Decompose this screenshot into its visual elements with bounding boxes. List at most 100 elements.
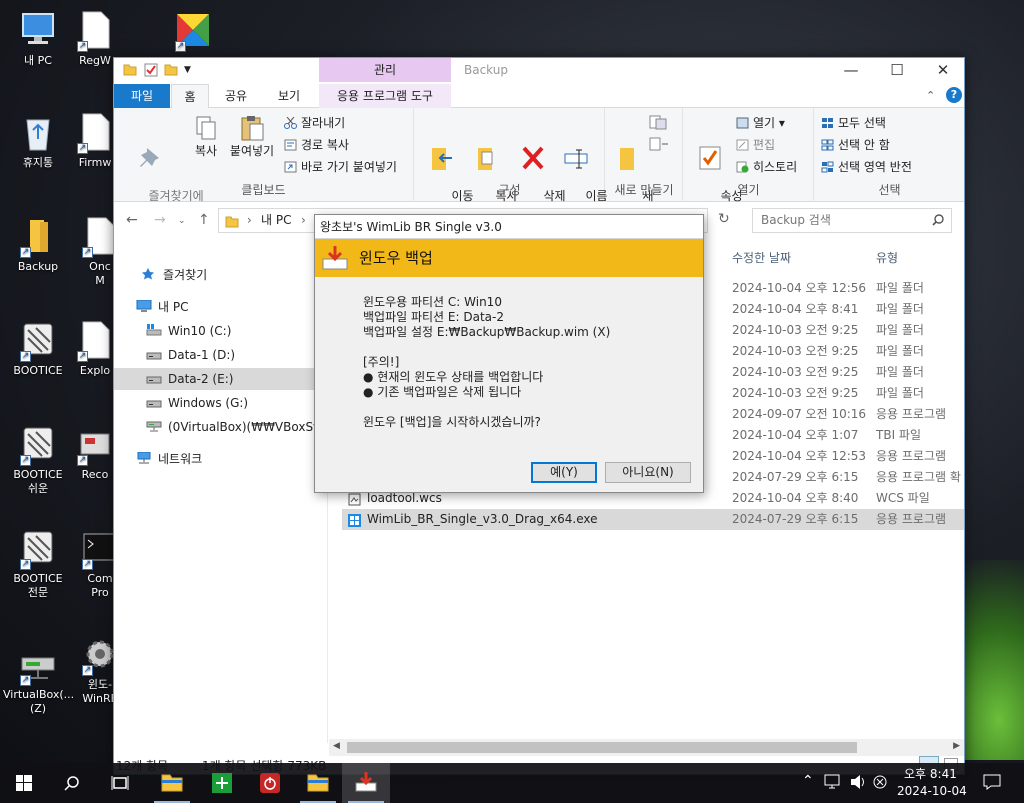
volume-icon[interactable] [850, 774, 868, 793]
up-arrow-icon[interactable]: ↑ [198, 212, 210, 228]
notification-icon[interactable] [983, 774, 1001, 793]
folder-icon [225, 213, 239, 236]
edit-button[interactable]: 편집 [736, 138, 775, 152]
nav-item-this-pc[interactable]: 내 PC [114, 296, 326, 318]
nav-item-quick-access[interactable]: 즐겨찾기 [114, 264, 326, 286]
copy-path-label: 경로 복사 [301, 138, 349, 152]
tab-file[interactable]: 파일 [114, 84, 170, 108]
customize-qat-icon[interactable]: ▼ [184, 63, 198, 77]
taskbar-explorer-window[interactable] [294, 763, 342, 803]
column-header-type[interactable]: 유형 [876, 249, 898, 266]
desktop-icon-explo[interactable]: ↗ Explo [75, 320, 115, 378]
drive-icon [146, 369, 162, 384]
copy-button[interactable]: 복사 [186, 114, 226, 159]
nav-item-drive-d[interactable]: Data-1 (D:) [114, 344, 326, 366]
task-view-button[interactable] [96, 763, 144, 803]
desktop-icon-reco[interactable]: ↗ Reco [75, 424, 115, 482]
file-type: WCS 파일 [876, 491, 930, 505]
paste-shortcut-button[interactable]: 바로 가기 붙여넣기 [284, 160, 397, 174]
column-header-modified[interactable]: 수정한 날짜 [732, 249, 791, 266]
desktop-icon-regw[interactable]: ↗ RegW [75, 10, 115, 68]
help-icon[interactable]: ? [946, 87, 962, 103]
copy-path-button[interactable]: 경로 복사 [284, 138, 349, 152]
easy-access-icon[interactable] [648, 136, 670, 157]
nav-item-drive-z[interactable]: (0VirtualBox)(₩₩VBoxSvr) (Z:) [114, 416, 326, 438]
taskbar-app-red[interactable] [246, 763, 294, 803]
chevron-up-icon[interactable]: ⌃ [926, 89, 935, 102]
desktop-icon-bootice-easy[interactable]: ↗ BOOTICE 쉬운 [3, 424, 73, 496]
open-icon [736, 117, 749, 129]
clipboard-group-label: 클립보드 [241, 183, 286, 197]
taskbar-wimlib-app[interactable] [342, 763, 390, 803]
nav-item-network[interactable]: 네트워크 [114, 448, 326, 470]
clock-time[interactable]: 오후 8:41 [904, 765, 957, 782]
windows-drive-icon [146, 321, 162, 336]
search-input[interactable]: Backup 검색 [752, 208, 952, 233]
desktop-icon-my-pc[interactable]: 내 PC [3, 10, 73, 68]
desktop-icon-app[interactable]: ↗ [158, 10, 228, 54]
tab-view[interactable]: 보기 [264, 84, 314, 108]
recent-chevron-icon[interactable]: ⌄ [178, 216, 186, 226]
nav-item-drive-e[interactable]: Data-2 (E:) [114, 368, 326, 390]
clock-date[interactable]: 2024-10-04 [897, 784, 967, 798]
organize-group-label: 구성 [498, 183, 521, 197]
recycle-bin-icon [18, 112, 58, 152]
desktop-icon-firmw[interactable]: ↗ Firmw [75, 112, 115, 170]
tab-home[interactable]: 홈 [171, 84, 209, 109]
horizontal-scrollbar[interactable]: ◀ ▶ [329, 739, 964, 756]
yes-button[interactable]: 예(Y) [531, 462, 597, 483]
paste-button[interactable]: 붙여넣기 [226, 114, 278, 159]
minimize-button[interactable]: — [828, 58, 874, 84]
power-icon [260, 773, 280, 796]
maximize-button[interactable]: ☐ [874, 58, 920, 84]
desktop-icon-bootice-pro[interactable]: ↗ BOOTICE 전문 [3, 528, 73, 600]
no-button[interactable]: 아니요(N) [605, 462, 691, 483]
search-button[interactable] [48, 763, 96, 803]
properties-icon[interactable] [144, 63, 158, 77]
file-date: 2024-10-04 오후 12:56 [732, 281, 867, 295]
folder-icon[interactable] [123, 62, 137, 76]
desktop-icon-backup[interactable]: ↗ Backup [3, 216, 73, 274]
scrollbar-thumb[interactable] [347, 742, 857, 753]
desktop-icon-bootice[interactable]: ↗ BOOTICE [3, 320, 73, 378]
nav-item-drive-c[interactable]: Win10 (C:) [114, 320, 326, 342]
cut-button[interactable]: 잘라내기 [284, 116, 345, 130]
history-button[interactable]: 히스토리 [736, 160, 797, 174]
download-icon [355, 771, 377, 796]
select-all-button[interactable]: 모두 선택 [821, 116, 886, 130]
file-row-selected[interactable]: WimLib_BR_Single_v3.0_Drag_x64.exe 2024-0… [342, 509, 964, 530]
bootice-icon: ↗ [18, 320, 58, 362]
refresh-icon[interactable]: ↻ [718, 211, 730, 227]
new-folder-icon[interactable] [164, 62, 178, 76]
taskbar-file-explorer[interactable] [148, 763, 196, 803]
close-circle-icon[interactable] [872, 774, 888, 793]
nav-label: Data-2 (E:) [168, 372, 234, 386]
select-all-icon [821, 117, 834, 129]
start-button[interactable] [0, 763, 48, 803]
select-none-icon [821, 139, 834, 151]
forward-arrow-icon[interactable]: → [154, 212, 166, 228]
scroll-left-icon[interactable]: ◀ [333, 741, 340, 751]
invert-selection-button[interactable]: 선택 영역 반전 [821, 160, 912, 174]
taskbar-app-green[interactable] [198, 763, 246, 803]
tab-share[interactable]: 공유 [212, 84, 260, 108]
properties-icon [697, 144, 723, 172]
new-item-icon[interactable] [648, 114, 670, 135]
scroll-right-icon[interactable]: ▶ [953, 741, 960, 751]
context-tab-group: 관리 [319, 58, 451, 82]
chevron-up-icon[interactable]: ⌃ [802, 773, 814, 789]
network-drive-icon: ↗ [18, 644, 58, 686]
file-type: 파일 폴더 [876, 281, 924, 295]
close-button[interactable]: ✕ [920, 58, 966, 84]
breadcrumb-pc[interactable]: 내 PC [261, 209, 291, 232]
nav-item-drive-g[interactable]: Windows (G:) [114, 392, 326, 414]
tab-app-tools[interactable]: 응용 프로그램 도구 [319, 84, 451, 108]
open-button[interactable]: 열기 ▾ [736, 116, 785, 130]
folder-icon: ↗ [18, 216, 58, 258]
select-none-button[interactable]: 선택 안 함 [821, 138, 890, 152]
network-icon[interactable] [824, 774, 842, 793]
back-arrow-icon[interactable]: ← [126, 212, 138, 228]
desktop-icon-recycle-bin[interactable]: 휴지통 [3, 112, 73, 170]
exe-file-icon [348, 513, 361, 527]
desktop-icon-virtualbox[interactable]: ↗ VirtualBox(... (Z) [3, 644, 74, 716]
